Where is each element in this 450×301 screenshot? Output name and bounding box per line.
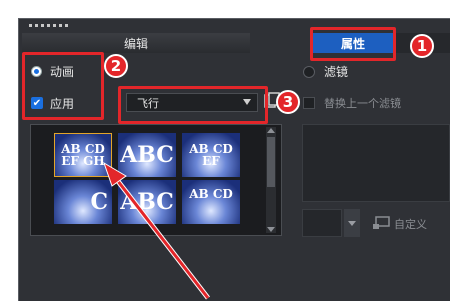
replace-filter-checkbox[interactable] <box>303 97 315 109</box>
scroll-up-icon[interactable] <box>267 128 275 133</box>
panel-grip[interactable] <box>29 24 71 27</box>
replace-filter-label: 替换上一个滤镜 <box>324 97 401 110</box>
apply-checkbox[interactable]: ✔ <box>31 97 43 109</box>
apply-label: 应用 <box>50 97 75 111</box>
animation-dropdown-value: 飞行 <box>137 96 159 110</box>
thumbnail-text: ABC <box>120 142 174 168</box>
scroll-down-icon[interactable] <box>267 227 275 232</box>
thumbnail[interactable]: C <box>54 180 112 224</box>
gallery-scrollbar[interactable] <box>266 127 276 233</box>
tab-attributes[interactable]: 属性 <box>312 33 394 53</box>
app-window: 编辑 属性 动画 ✔ 应用 飞行 滤镜 替换上一个滤镜 AB CD EF GH … <box>0 0 450 301</box>
filter-radio[interactable] <box>303 66 315 78</box>
thumbnail[interactable]: ABC <box>118 133 176 177</box>
thumbnail-text: C <box>90 189 108 215</box>
thumbnail[interactable]: ABC <box>118 180 176 224</box>
tab-edit[interactable]: 编辑 <box>22 33 250 53</box>
filter-preset-box[interactable] <box>302 209 342 237</box>
thumbnail-text: AB CD EF GH <box>61 142 105 168</box>
filter-label: 滤镜 <box>324 65 349 79</box>
thumbnail-selected[interactable]: AB CD EF GH <box>54 133 112 177</box>
tab-edit-label: 编辑 <box>123 36 148 51</box>
thumbnail[interactable]: AB CD <box>182 180 240 224</box>
animation-dropdown[interactable]: 飞行 <box>126 93 258 112</box>
step-badge-2: 2 <box>104 54 128 78</box>
thumbnail[interactable]: AB CD EF <box>182 133 240 177</box>
custom-label: 自定义 <box>394 218 427 231</box>
animation-label: 动画 <box>50 65 75 79</box>
step-badge-1: 1 <box>410 34 434 58</box>
thumbnail-text: AB CD EF <box>189 142 233 168</box>
chevron-down-icon <box>243 99 251 105</box>
step-badge-3: 3 <box>276 90 300 114</box>
animation-radio[interactable] <box>31 66 42 77</box>
thumbnail-text: ABC <box>120 189 174 215</box>
thumbnail-text: AB CD <box>189 187 233 201</box>
tab-attributes-label: 属性 <box>340 36 365 51</box>
filter-preset-dropdown[interactable] <box>344 209 360 237</box>
filter-gallery <box>302 124 450 202</box>
custom-filter-icon[interactable] <box>372 216 390 230</box>
tab-bar: 编辑 属性 <box>22 33 450 53</box>
scrollbar-thumb[interactable] <box>267 137 275 187</box>
